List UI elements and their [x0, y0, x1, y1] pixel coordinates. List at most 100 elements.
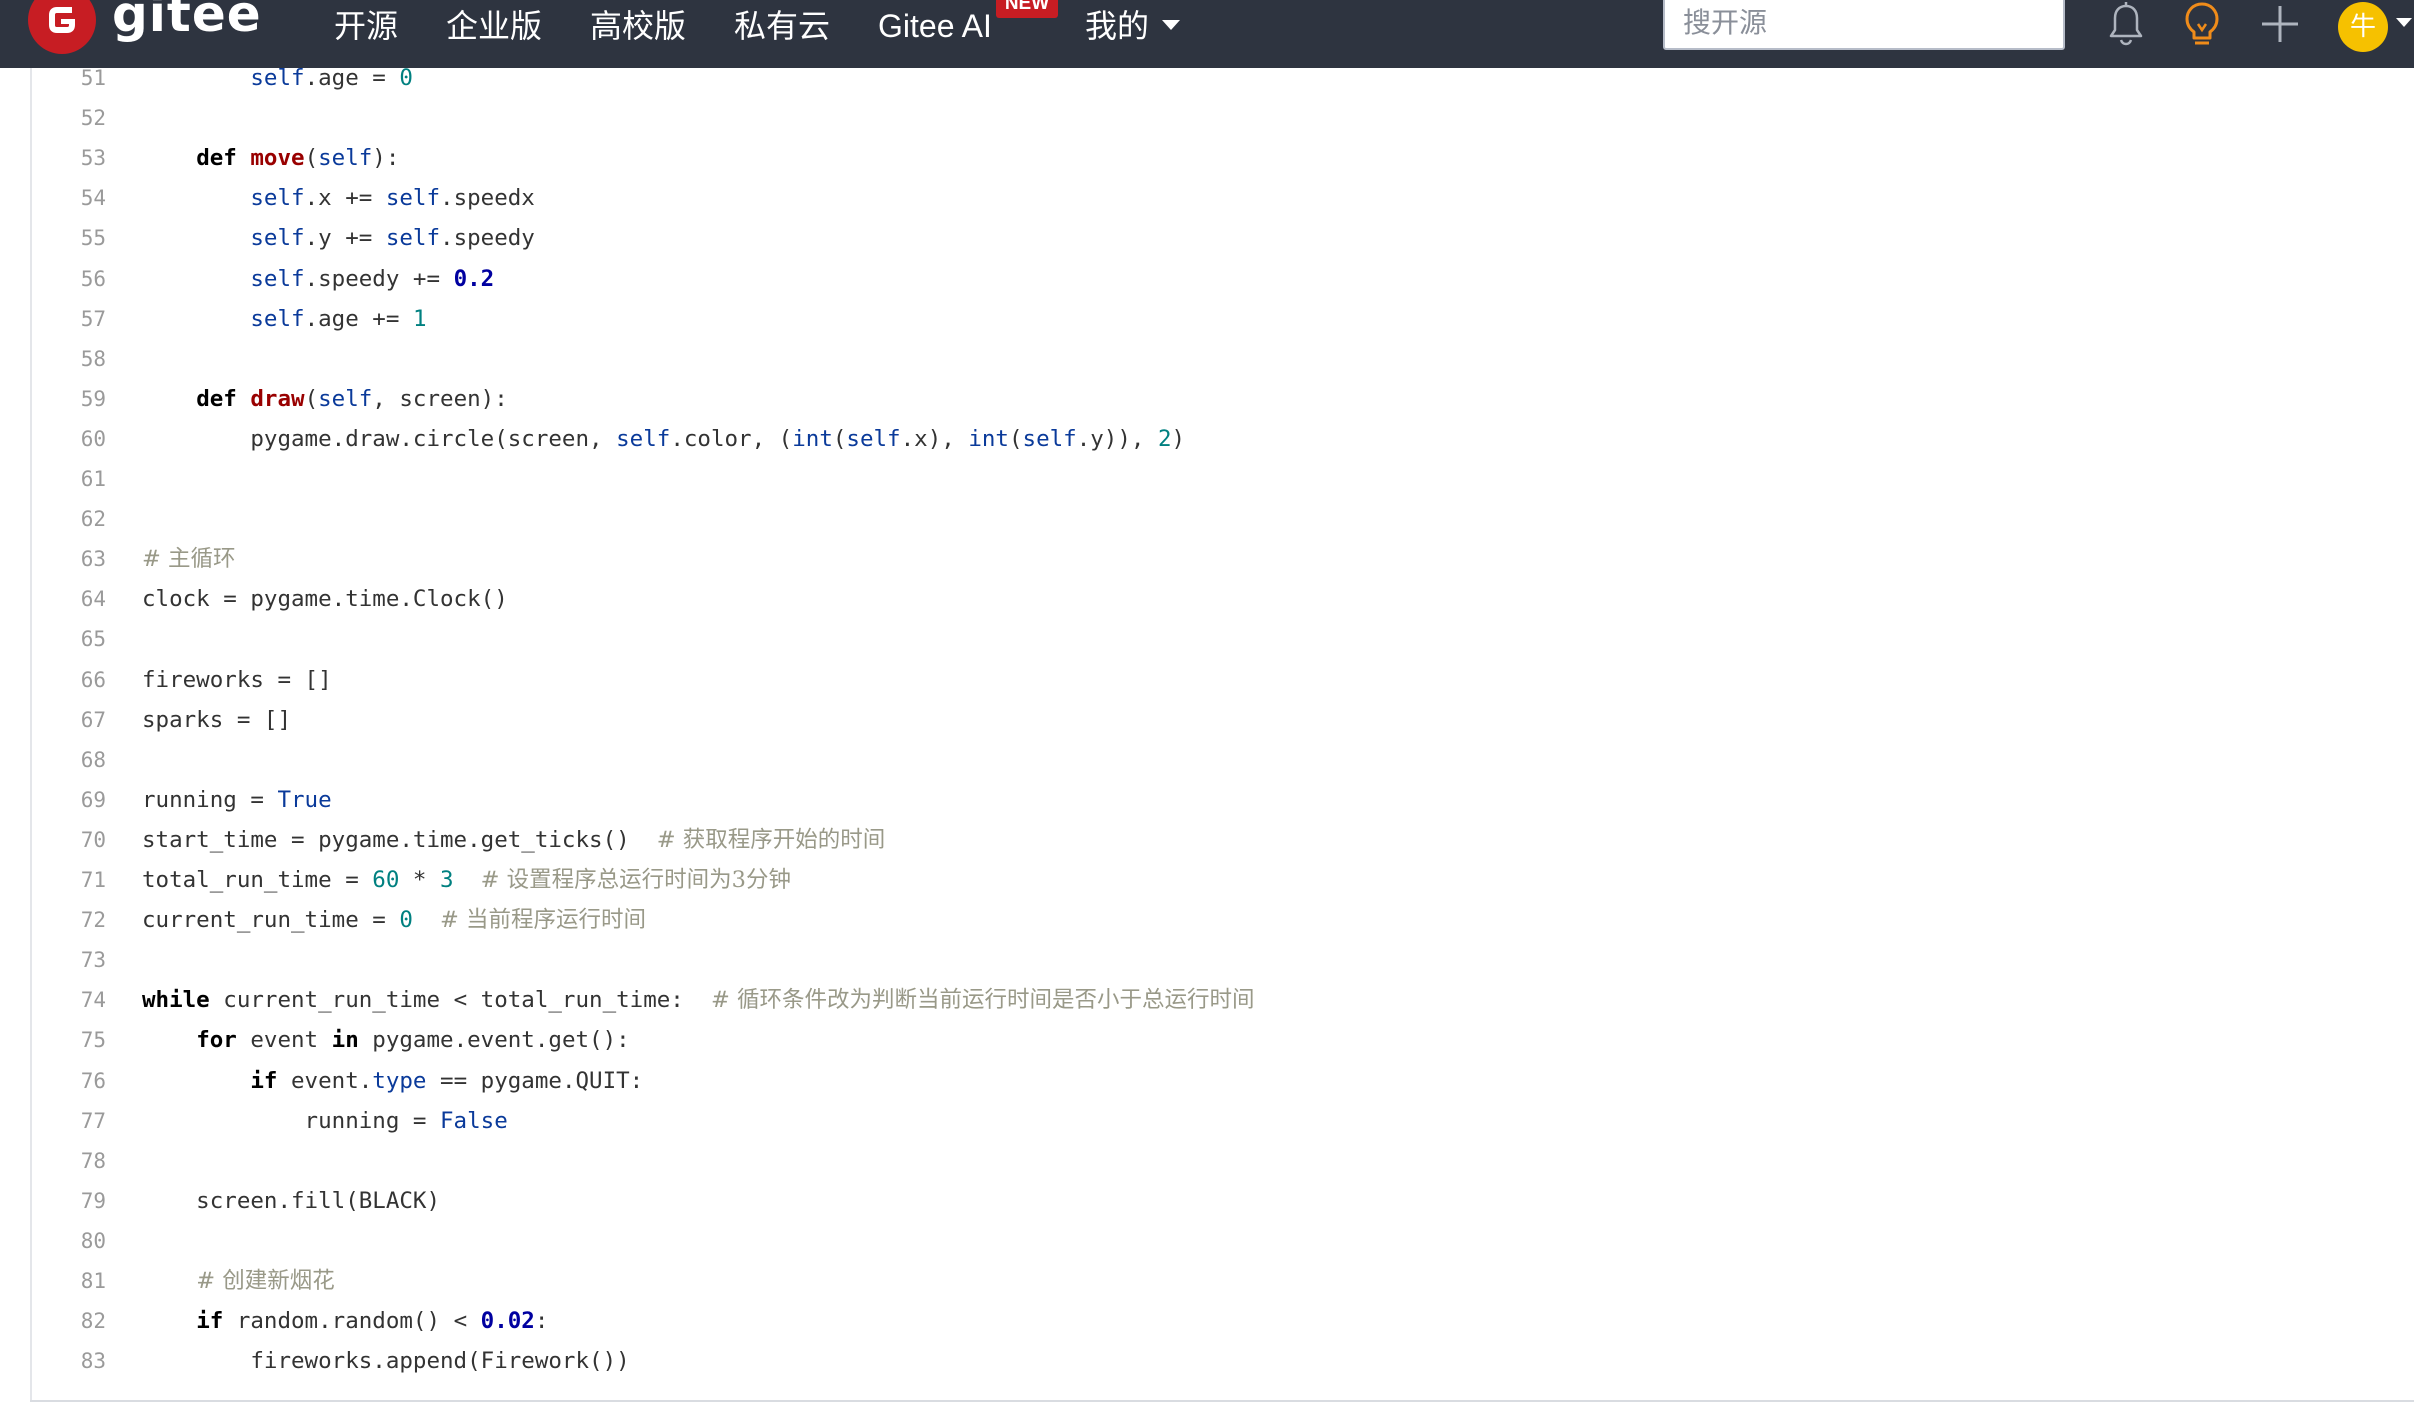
code-text: self.age = 0	[250, 68, 413, 91]
line-number[interactable]: 80	[32, 1221, 106, 1261]
new-badge: NEW	[996, 0, 1058, 18]
line-number[interactable]: 53	[32, 138, 106, 178]
code-line: 51 self.age = 0	[32, 68, 2412, 98]
code-text: running = True	[142, 786, 332, 813]
code-text: for event in pygame.event.get():	[196, 1027, 630, 1054]
code-text: self.speedy += 0.2	[250, 265, 495, 292]
line-number[interactable]: 74	[32, 980, 106, 1020]
code-line: 62	[32, 499, 2412, 539]
code-text: start_time = pygame.time.get_ticks() # 获…	[142, 826, 886, 853]
line-number[interactable]: 59	[32, 379, 106, 419]
code-line: 69 running = True	[32, 780, 2412, 820]
line-number[interactable]: 56	[32, 259, 106, 299]
line-number[interactable]: 55	[32, 218, 106, 258]
line-number[interactable]: 81	[32, 1261, 106, 1301]
bell-icon[interactable]	[2106, 0, 2146, 54]
line-number[interactable]: 77	[32, 1101, 106, 1141]
code-line: 59 def draw(self, screen):	[32, 379, 2412, 419]
code-text: if random.random() < 0.02:	[196, 1308, 549, 1335]
code-line: 65	[32, 619, 2412, 659]
line-number[interactable]: 79	[32, 1181, 106, 1221]
line-number[interactable]: 69	[32, 780, 106, 820]
code-text: # 创建新烟花	[196, 1268, 335, 1294]
code-text: self.x += self.speedx	[250, 185, 535, 212]
line-number[interactable]: 82	[32, 1301, 106, 1341]
line-number[interactable]: 78	[32, 1141, 106, 1181]
line-number[interactable]: 57	[32, 299, 106, 339]
code-line: 57 self.age += 1	[32, 299, 2412, 339]
code-line: 61	[32, 459, 2412, 499]
code-text: current_run_time = 0 # 当前程序运行时间	[142, 907, 647, 934]
nav-item-open-source[interactable]: 开源	[334, 4, 398, 48]
code-line: 67 sparks = []	[32, 700, 2412, 740]
line-number[interactable]: 83	[32, 1341, 106, 1381]
line-number[interactable]: 71	[32, 860, 106, 900]
line-number[interactable]: 64	[32, 579, 106, 619]
code-line: 71 total_run_time = 60 * 3 # 设置程序总运行时间为3分…	[32, 860, 2412, 900]
nav-item-gitee-ai[interactable]: Gitee AI	[878, 4, 992, 48]
divider	[30, 1400, 2414, 1402]
avatar-chevron-down-icon[interactable]	[2396, 18, 2412, 27]
code-text: # 主循环	[142, 546, 236, 573]
line-number[interactable]: 68	[32, 740, 106, 780]
code-line: 52	[32, 98, 2412, 138]
code-line: 78	[32, 1141, 2412, 1181]
line-number[interactable]: 62	[32, 499, 106, 539]
top-navigation-bar: gitee 开源 企业版 高校版 私有云 Gitee AI NEW 我的 牛	[0, 0, 2414, 68]
code-line: 72 current_run_time = 0 # 当前程序运行时间	[32, 900, 2412, 940]
plus-icon[interactable]	[2258, 0, 2302, 54]
search-input[interactable]	[1665, 0, 2063, 48]
code-line: 74 while current_run_time < total_run_tim…	[32, 980, 2412, 1020]
search-box[interactable]	[1663, 0, 2065, 50]
avatar[interactable]: 牛	[2338, 2, 2388, 52]
line-number[interactable]: 61	[32, 459, 106, 499]
line-number[interactable]: 58	[32, 339, 106, 379]
logo-text[interactable]: gitee	[112, 0, 262, 44]
code-line: 80	[32, 1221, 2412, 1261]
line-number[interactable]: 73	[32, 940, 106, 980]
code-viewer[interactable]: 51 self.age = 0 52 53 def move(self): 54 se…	[30, 68, 2414, 1402]
code-text: fireworks = []	[142, 666, 332, 693]
code-line: 58	[32, 339, 2412, 379]
code-line: 64 clock = pygame.time.Clock()	[32, 579, 2412, 619]
line-number[interactable]: 67	[32, 700, 106, 740]
nav-item-education[interactable]: 高校版	[590, 4, 686, 48]
code-line: 79 screen.fill(BLACK)	[32, 1181, 2412, 1221]
code-line: 75 for event in pygame.event.get():	[32, 1020, 2412, 1060]
code-text: running = False	[142, 1107, 508, 1134]
line-number[interactable]: 54	[32, 178, 106, 218]
code-text: self.y += self.speedy	[250, 225, 535, 252]
nav-item-enterprise[interactable]: 企业版	[446, 4, 542, 48]
code-line: 83 fireworks.append(Firework())	[32, 1341, 2412, 1381]
code-line: 77 running = False	[32, 1101, 2412, 1141]
code-line: 81 # 创建新烟花	[32, 1261, 2412, 1301]
code-text: total_run_time = 60 * 3 # 设置程序总运行时间为3分钟	[142, 867, 791, 893]
line-number[interactable]: 52	[32, 98, 106, 138]
line-number[interactable]: 72	[32, 900, 106, 940]
code-text: pygame.draw.circle(screen, self.color, (…	[142, 425, 1186, 452]
line-number[interactable]: 66	[32, 660, 106, 700]
line-number[interactable]: 75	[32, 1020, 106, 1060]
line-number[interactable]: 70	[32, 820, 106, 860]
gitee-logo-icon[interactable]	[28, 0, 96, 54]
chevron-down-icon[interactable]	[1162, 20, 1180, 30]
lightbulb-icon[interactable]	[2180, 0, 2224, 54]
code-line: 66 fireworks = []	[32, 660, 2412, 700]
code-text: self.age += 1	[250, 305, 427, 332]
code-line: 82 if random.random() < 0.02:	[32, 1301, 2412, 1341]
code-line: 73	[32, 940, 2412, 980]
nav-item-mine[interactable]: 我的	[1085, 4, 1149, 48]
code-line: 76 if event.type == pygame.QUIT:	[32, 1061, 2412, 1101]
line-number[interactable]: 65	[32, 619, 106, 659]
line-number[interactable]: 63	[32, 539, 106, 579]
code-text: clock = pygame.time.Clock()	[142, 586, 508, 613]
nav-item-private-cloud[interactable]: 私有云	[734, 4, 830, 48]
code-line: 68	[32, 740, 2412, 780]
code-line: 60 pygame.draw.circle(screen, self.color…	[32, 419, 2412, 459]
line-number[interactable]: 51	[32, 68, 106, 98]
code-line: 70 start_time = pygame.time.get_ticks() #…	[32, 820, 2412, 860]
line-number[interactable]: 60	[32, 419, 106, 459]
line-number[interactable]: 76	[32, 1061, 106, 1101]
code-line: 53 def move(self):	[32, 138, 2412, 178]
code-line: 63 # 主循环	[32, 539, 2412, 579]
